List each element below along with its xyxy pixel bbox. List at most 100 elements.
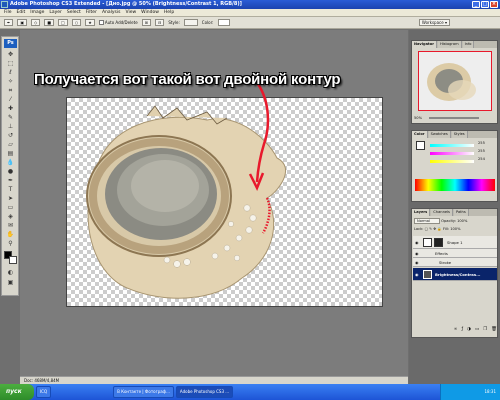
path-subtract-icon[interactable]: ⊟ <box>155 19 165 26</box>
b-value[interactable]: 254 <box>478 157 485 161</box>
taskbar-button-photoshop[interactable]: Adobe Photoshop CS3 ... <box>175 386 234 398</box>
hand-tool-icon[interactable]: ✋ <box>6 231 15 239</box>
tab-info[interactable]: Info <box>462 41 475 48</box>
tab-navigator[interactable]: Navigator <box>412 41 437 48</box>
paths-icon[interactable]: ◇ <box>31 19 41 26</box>
notes-tool-icon[interactable]: ✉ <box>6 222 15 230</box>
eraser-tool-icon[interactable]: ▱ <box>6 141 15 149</box>
g-value[interactable]: 255 <box>478 149 485 153</box>
layer-row-brightness-contrast[interactable]: ◉ Brightness/Contras... <box>413 268 497 281</box>
taskbar-button-vkontakte[interactable]: В Контакте | Фотограф... <box>113 386 174 398</box>
menu-filter[interactable]: Filter <box>86 10 97 15</box>
trash-icon[interactable]: 🗑 <box>491 327 497 335</box>
quick-mask-icon[interactable]: ◐ <box>6 269 15 277</box>
gradient-tool-icon[interactable]: ▤ <box>6 150 15 158</box>
marquee-tool-icon[interactable]: ⬚ <box>6 60 15 68</box>
layer-row-shape[interactable]: ◉ Shape 1 <box>413 236 497 249</box>
crop-tool-icon[interactable]: ⌗ <box>6 87 15 95</box>
folder-icon[interactable]: ▭ <box>475 327 479 335</box>
opacity-value[interactable]: 100% <box>457 219 467 223</box>
ellipse-shape-icon[interactable]: ○ <box>71 19 82 26</box>
b-slider[interactable] <box>430 160 474 163</box>
eyedropper-tool-icon[interactable]: ⁄ <box>6 96 15 104</box>
color-swatch[interactable] <box>217 19 230 26</box>
type-tool-icon[interactable]: T <box>6 186 15 194</box>
minimize-button[interactable]: _ <box>472 1 480 8</box>
document-canvas[interactable] <box>66 97 383 307</box>
blend-mode-select[interactable]: Normal <box>414 218 440 224</box>
auto-add-delete-checkbox[interactable]: Auto Add/Delete <box>98 20 138 26</box>
fill-value[interactable]: 100% <box>450 227 460 231</box>
menu-file[interactable]: File <box>4 10 12 15</box>
path-selection-tool-icon[interactable]: ➤ <box>6 195 15 203</box>
new-layer-icon[interactable]: ❐ <box>483 327 487 335</box>
3d-rotate-tool-icon[interactable]: ◈ <box>6 213 15 221</box>
history-brush-tool-icon[interactable]: ↺ <box>6 132 15 140</box>
mask-icon[interactable]: ◑ <box>467 327 471 335</box>
screen-mode-icon[interactable]: ▣ <box>6 279 15 287</box>
magic-wand-tool-icon[interactable]: ✧ <box>6 78 15 86</box>
taskbar: пуск ICQ В Контакте | Фотограф... Adobe … <box>0 384 500 400</box>
shape-tool-icon[interactable]: ▭ <box>6 204 15 212</box>
link-layers-icon[interactable]: ∞ <box>454 327 458 335</box>
visibility-eye-icon[interactable]: ◉ <box>415 260 421 265</box>
visibility-eye-icon[interactable]: ◉ <box>415 240 421 245</box>
visibility-eye-icon[interactable]: ◉ <box>415 251 421 256</box>
zoom-tool-icon[interactable]: ⚲ <box>6 240 15 248</box>
color-fg-swatch[interactable] <box>416 141 425 150</box>
layer-row-stroke[interactable]: ◉ Stroke <box>413 258 497 267</box>
zoom-slider[interactable] <box>429 117 480 119</box>
style-label: Style: <box>168 20 180 25</box>
fx-icon[interactable]: ƒ <box>461 327 463 335</box>
maximize-button[interactable]: □ <box>481 1 489 8</box>
menu-analysis[interactable]: Analysis <box>102 10 121 15</box>
menu-image[interactable]: Image <box>30 10 44 15</box>
style-picker[interactable] <box>183 19 198 26</box>
dodge-tool-icon[interactable]: ● <box>6 168 15 176</box>
zoom-value[interactable]: 50% <box>414 116 422 120</box>
close-button[interactable]: × <box>490 1 498 8</box>
rectangle-shape-icon[interactable]: □ <box>58 19 68 26</box>
taskbar-button-icq[interactable]: ICQ <box>36 386 52 398</box>
custom-shape-icon[interactable]: ★ <box>85 19 95 26</box>
pen-tool-preset-icon[interactable]: ✒ <box>4 19 14 26</box>
lasso-tool-icon[interactable]: ℓ <box>6 69 15 77</box>
menu-edit[interactable]: Edit <box>17 10 26 15</box>
tab-channels[interactable]: Channels <box>431 209 453 216</box>
menu-layer[interactable]: Layer <box>49 10 62 15</box>
navigator-thumbnail[interactable] <box>418 51 492 111</box>
menu-window[interactable]: Window <box>141 10 159 15</box>
r-value[interactable]: 255 <box>478 141 485 145</box>
background-color-swatch[interactable] <box>9 256 17 264</box>
menu-view[interactable]: View <box>125 10 136 15</box>
menu-select[interactable]: Select <box>67 10 81 15</box>
brush-tool-icon[interactable]: ✎ <box>6 114 15 122</box>
vector-mask-thumbnail <box>434 238 443 247</box>
fill-pixels-icon[interactable]: ■ <box>44 19 54 26</box>
tab-color[interactable]: Color <box>412 131 428 138</box>
healing-brush-tool-icon[interactable]: ✚ <box>6 105 15 113</box>
system-tray: 18:31 <box>440 384 500 400</box>
tab-layers[interactable]: Layers <box>412 209 431 216</box>
tab-paths[interactable]: Paths <box>453 209 469 216</box>
move-tool-icon[interactable]: ✥ <box>6 51 15 59</box>
tab-histogram[interactable]: Histogram <box>437 41 462 48</box>
navigator-preview-image <box>427 63 476 101</box>
menu-help[interactable]: Help <box>164 10 174 15</box>
color-spectrum-bar[interactable] <box>415 179 495 191</box>
shape-layers-icon[interactable]: ▣ <box>17 19 28 26</box>
r-slider[interactable] <box>430 144 474 147</box>
workspace-menu[interactable]: Workspace ▾ <box>418 19 450 26</box>
tab-swatches[interactable]: Swatches <box>428 131 451 138</box>
layer-row-effects[interactable]: ◉ Effects <box>413 249 497 258</box>
color-tabs: Color Swatches Styles <box>412 131 497 138</box>
path-combine-icon[interactable]: ⊞ <box>141 19 152 26</box>
visibility-eye-icon[interactable]: ◉ <box>415 272 421 277</box>
g-slider[interactable] <box>430 152 474 155</box>
start-button[interactable]: пуск <box>0 384 34 400</box>
lock-icon[interactable]: ▢ ✎ ✥ 🔒 <box>425 227 442 231</box>
clone-stamp-tool-icon[interactable]: ⊥ <box>6 123 15 131</box>
tab-styles[interactable]: Styles <box>451 131 468 138</box>
pen-tool-icon[interactable]: ✒ <box>6 177 15 185</box>
blur-tool-icon[interactable]: 💧 <box>6 159 15 167</box>
